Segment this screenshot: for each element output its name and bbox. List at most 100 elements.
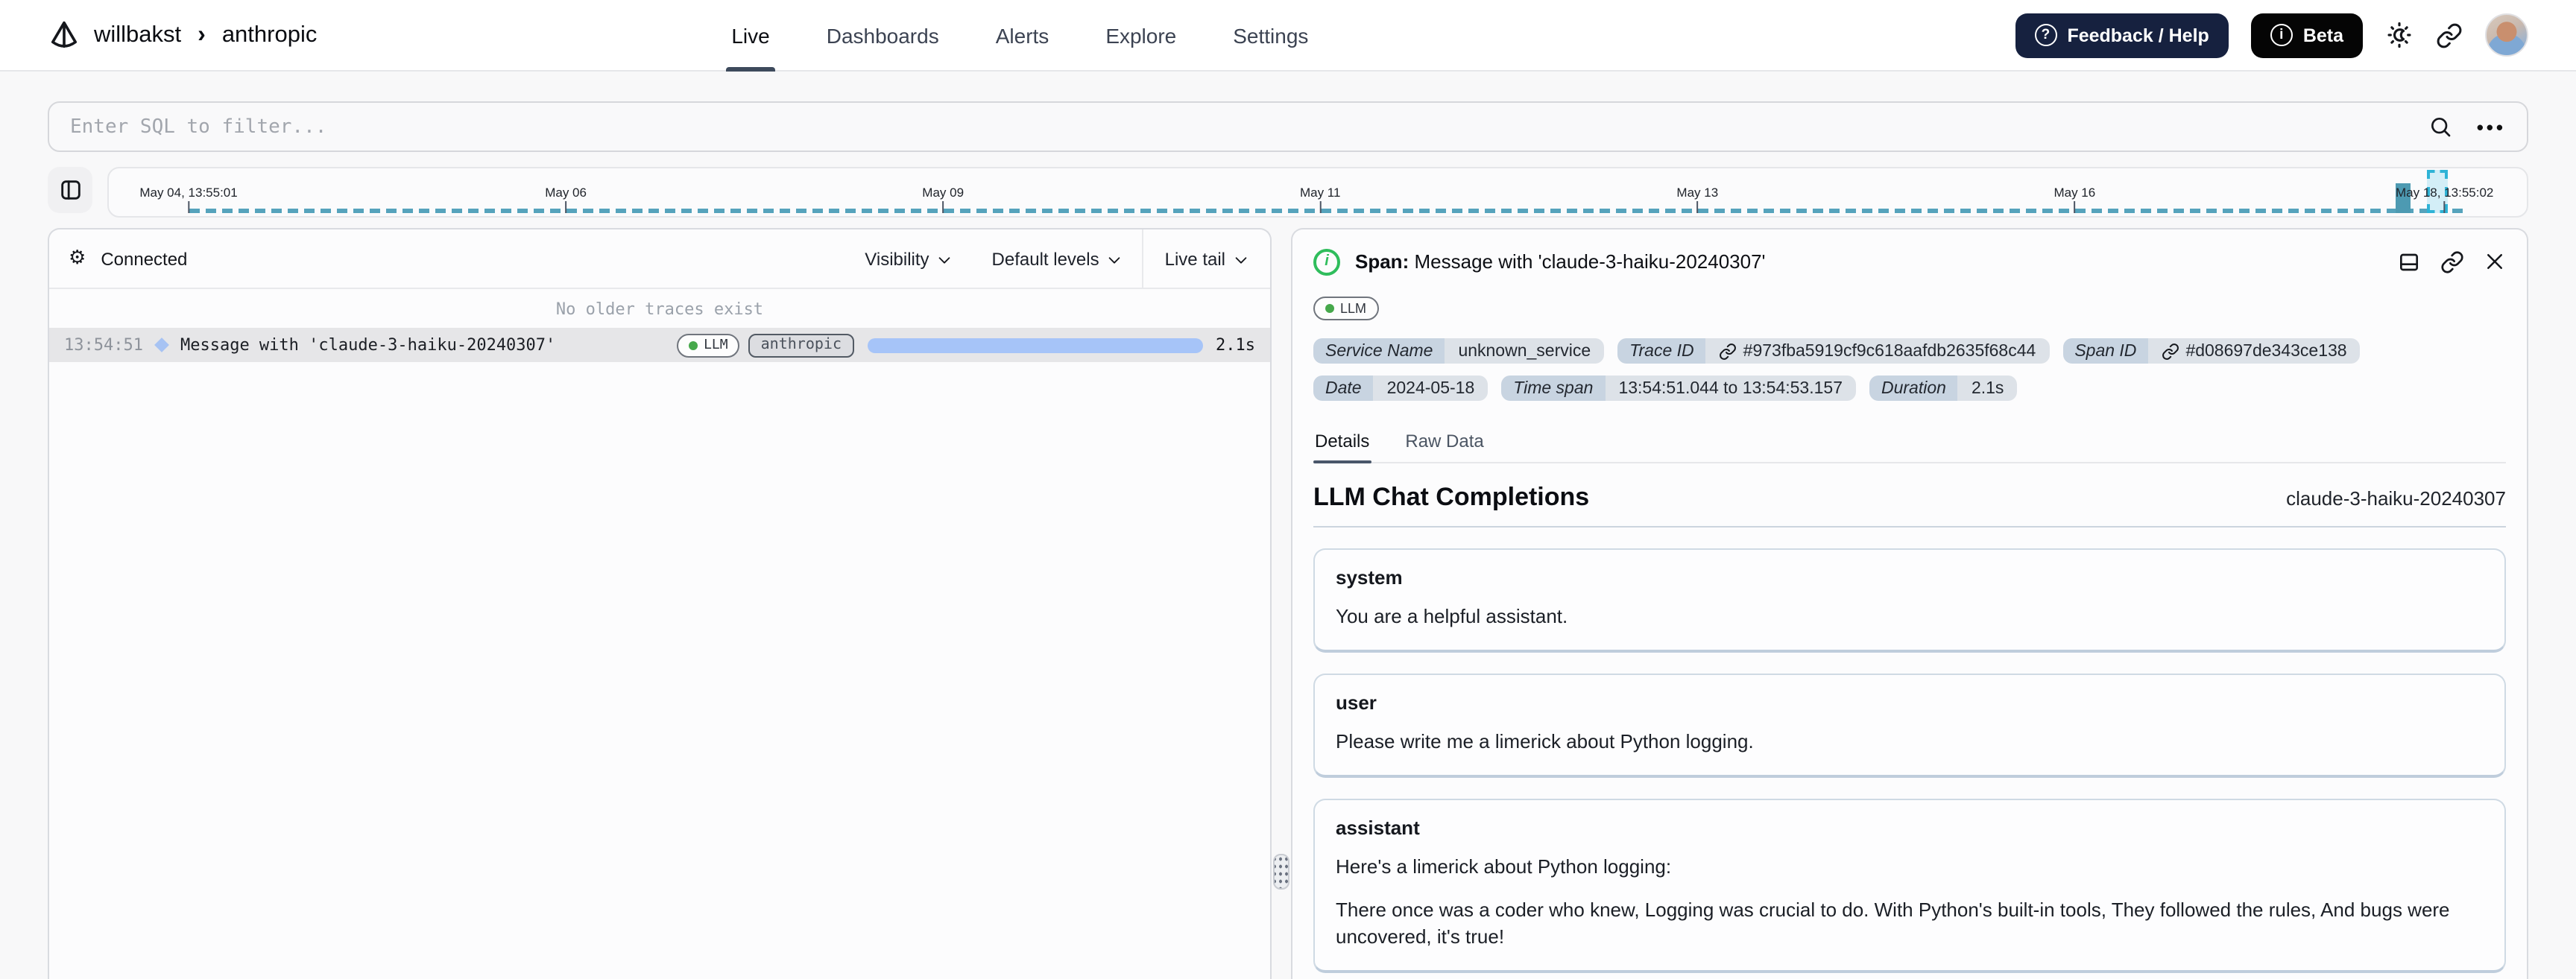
trace-id-value: #973fba5919cf9c618aafdb2635f68c44 — [1743, 342, 2036, 360]
more-options-icon[interactable]: ••• — [2477, 115, 2506, 138]
breadcrumb: willbakst › anthropic — [48, 19, 317, 51]
panel-resize-handle[interactable] — [1273, 854, 1289, 890]
dock-panel-icon — [2397, 250, 2421, 273]
default-levels-dropdown[interactable]: Default levels — [973, 229, 1143, 288]
message-text: There once was a coder who knew, Logging… — [1336, 898, 2450, 948]
span-diamond-icon — [154, 338, 169, 352]
message-text: Here's a limerick about Python logging: — [1336, 855, 1672, 878]
trace-id-badge[interactable]: Trace ID #973fba5919cf9c618aafdb2635f68c… — [1617, 338, 2050, 364]
sidebar-panel-icon — [57, 177, 83, 203]
attr-value: 2.1s — [1957, 376, 2018, 401]
dock-panel-button[interactable] — [2397, 250, 2421, 273]
panels-container: ⚙ Connected Visibility Default levels Li… — [48, 228, 2528, 979]
span-detail-panel: i Span: Message with 'claude-3-haiku-202… — [1291, 228, 2528, 979]
anthropic-badge: anthropic — [748, 333, 853, 357]
timeline-row: May 04, 13:55:01 May 06 May 09 May 11 Ma… — [48, 167, 2528, 218]
green-dot-icon — [1325, 304, 1334, 313]
duration-badge: Duration 2.1s — [1869, 376, 2018, 401]
message-role: system — [1336, 566, 1403, 589]
message-role: assistant — [1336, 817, 1420, 840]
nav-tab-dashboards[interactable]: Dashboards — [827, 0, 939, 71]
top-navigation-bar: willbakst › anthropic Live Dashboards Al… — [0, 0, 2576, 72]
attr-value: 2024-05-18 — [1373, 376, 1489, 401]
gear-icon[interactable]: ⚙ — [69, 247, 86, 270]
trace-timestamp: 13:54:51 — [64, 335, 143, 355]
tick-label: May 09 — [922, 185, 965, 200]
nav-tab-alerts[interactable]: Alerts — [996, 0, 1049, 71]
attr-label: Duration — [1869, 376, 1958, 401]
user-avatar[interactable] — [2485, 13, 2528, 57]
detail-tabs: Details Raw Data — [1313, 425, 2506, 463]
beta-label: Beta — [2302, 25, 2343, 45]
time-range-timeline[interactable]: May 04, 13:55:01 May 06 May 09 May 11 Ma… — [107, 167, 2528, 218]
message-card-user: user Please write me a limerick about Py… — [1313, 674, 2506, 779]
attr-label: Trace ID — [1617, 338, 1706, 364]
feedback-help-label: Feedback / Help — [2067, 25, 2209, 45]
green-dot-icon — [689, 340, 698, 349]
link-icon — [2162, 343, 2179, 359]
link-icon — [2440, 250, 2464, 273]
app-screen: willbakst › anthropic Live Dashboards Al… — [0, 0, 2576, 979]
time-span-badge: Time span 13:54:51.044 to 13:54:53.157 — [1501, 376, 1856, 401]
timeline-tick: May 11 — [1300, 185, 1340, 213]
trace-row[interactable]: 13:54:51 Message with 'claude-3-haiku-20… — [49, 328, 1270, 362]
tab-raw-data[interactable]: Raw Data — [1404, 425, 1485, 462]
nav-tab-settings[interactable]: Settings — [1233, 0, 1308, 71]
default-levels-dropdown-label: Default levels — [991, 248, 1099, 269]
feedback-help-button[interactable]: ? Feedback / Help — [2015, 13, 2229, 57]
message-card-assistant: assistant Here's a limerick about Python… — [1313, 799, 2506, 973]
question-icon: ? — [2034, 24, 2057, 46]
close-panel-button[interactable] — [2484, 250, 2506, 273]
trace-message: Message with 'claude-3-haiku-20240307' — [180, 335, 556, 355]
live-traces-panel: ⚙ Connected Visibility Default levels Li… — [48, 228, 1272, 979]
search-icon[interactable] — [2429, 115, 2453, 139]
nav-tab-live[interactable]: Live — [725, 0, 776, 71]
attr-value: unknown_service — [1445, 338, 1605, 364]
top-actions: ? Feedback / Help i Beta — [2015, 13, 2528, 57]
main-nav: Live Dashboards Alerts Explore Settings — [725, 0, 1308, 71]
llm-tag-label: LLM — [704, 338, 728, 352]
connection-status: Connected — [101, 248, 188, 269]
share-link-button[interactable] — [2436, 22, 2463, 48]
copy-span-link-button[interactable] — [2440, 250, 2464, 273]
live-tail-dropdown[interactable]: Live tail — [1142, 229, 1270, 288]
duration-bar — [867, 338, 1202, 352]
breadcrumb-project[interactable]: anthropic — [222, 22, 318, 48]
sql-filter-input[interactable]: Enter SQL to filter... ••• — [48, 101, 2528, 152]
visibility-dropdown-label: Visibility — [865, 248, 929, 269]
date-badge: Date 2024-05-18 — [1313, 376, 1489, 401]
filter-row: Enter SQL to filter... ••• — [48, 101, 2528, 152]
span-title-label: Span: — [1355, 250, 1409, 273]
service-name-badge: Service Name unknown_service — [1313, 338, 1605, 364]
span-title: Span: Message with 'claude-3-haiku-20240… — [1355, 250, 1766, 273]
timeline-tick: May 16 — [2053, 185, 2095, 213]
span-info-icon: i — [1313, 248, 1340, 275]
logfire-flame-logo-icon[interactable] — [48, 19, 80, 51]
beta-button[interactable]: i Beta — [2250, 13, 2363, 57]
span-detail-header: i Span: Message with 'claude-3-haiku-202… — [1292, 229, 2527, 294]
llm-section-header: LLM Chat Completions claude-3-haiku-2024… — [1313, 483, 2506, 527]
model-name: claude-3-haiku-20240307 — [2286, 487, 2506, 510]
timeline-tick: May 04, 13:55:01 — [139, 185, 238, 213]
sidebar-toggle-button[interactable] — [48, 167, 92, 213]
llm-tag-label: LLM — [1340, 301, 1367, 316]
span-attributes: Service Name unknown_service Trace ID #9… — [1313, 338, 2506, 401]
breadcrumb-org[interactable]: willbakst — [94, 22, 181, 48]
attr-label: Span ID — [2062, 338, 2149, 364]
no-older-traces-message: No older traces exist — [555, 300, 764, 319]
visibility-dropdown[interactable]: Visibility — [845, 229, 972, 288]
timeline-tick: May 18, 13:55:02 — [2396, 185, 2493, 213]
span-title-text: Message with 'claude-3-haiku-20240307' — [1414, 250, 1766, 273]
trace-duration: 2.1s — [1216, 335, 1255, 355]
nav-tab-explore[interactable]: Explore — [1105, 0, 1176, 71]
tab-details[interactable]: Details — [1313, 425, 1371, 463]
llm-tag-badge: LLM — [1313, 297, 1379, 320]
tick-label: May 04, 13:55:01 — [139, 185, 238, 200]
info-icon: i — [2270, 24, 2293, 46]
theme-toggle-button[interactable] — [2385, 21, 2414, 49]
attr-label: Service Name — [1313, 338, 1445, 364]
link-icon — [2436, 22, 2463, 48]
sql-filter-placeholder: Enter SQL to filter... — [70, 115, 327, 138]
message-text: Please write me a limerick about Python … — [1336, 730, 1754, 753]
span-id-badge[interactable]: Span ID #d08697de343ce138 — [2062, 338, 2361, 364]
